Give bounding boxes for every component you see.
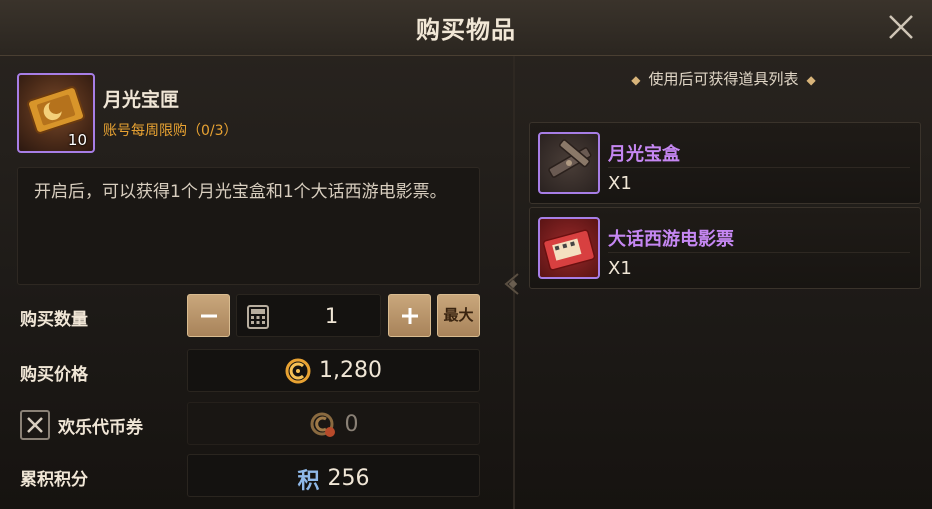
points-value: 256	[327, 466, 370, 491]
reward-item-moonlight-box[interactable]: 月光宝盒 X1	[529, 122, 921, 204]
title-bar: 购买物品	[0, 0, 932, 56]
reward-list-header: ◆ 使用后可获得道具列表 ◆	[515, 68, 932, 89]
close-icon	[889, 15, 913, 39]
diamond-icon: ◆	[806, 73, 816, 87]
reward-divider	[608, 167, 910, 168]
item-name: 月光宝匣	[103, 89, 180, 111]
reward-name: 大话西游电影票	[608, 229, 734, 250]
close-button[interactable]	[886, 12, 916, 42]
movie-ticket-icon	[538, 217, 600, 279]
coupon-checkbox[interactable]	[20, 410, 50, 440]
max-button[interactable]: 最大	[437, 294, 480, 337]
points-box: 积 256	[187, 454, 480, 497]
purchase-dialog: 购买物品 10 月光宝匣 账号每周限购（0/3） 开启后，可以获得1个月光宝盒和…	[0, 0, 932, 509]
item-stack-count: 10	[67, 131, 87, 149]
movie-ticket-art	[542, 229, 596, 271]
points-label: 累积积分	[20, 470, 88, 490]
diamond-icon: ◆	[631, 73, 641, 87]
price-value: 1,280	[319, 358, 382, 383]
item-description: 开启后，可以获得1个月光宝盒和1个大话西游电影票。	[34, 182, 447, 202]
minus-icon	[201, 314, 217, 318]
price-label: 购买价格	[20, 365, 88, 385]
quantity-label: 购买数量	[20, 310, 88, 330]
gold-coin-icon	[285, 358, 311, 384]
price-box: 1,280	[187, 349, 480, 392]
dialog-title: 购买物品	[416, 16, 516, 44]
quantity-value: 1	[324, 304, 339, 328]
increase-button[interactable]	[388, 294, 431, 337]
decrease-button[interactable]	[187, 294, 230, 337]
plus-icon	[402, 308, 418, 324]
quantity-field[interactable]: 1	[236, 294, 381, 337]
moonlight-box-art	[548, 139, 592, 178]
item-icon-moonlight-casket: 10	[17, 73, 95, 153]
reward-name: 月光宝盒	[608, 144, 680, 165]
calculator-icon[interactable]	[247, 305, 269, 329]
reward-qty: X1	[608, 258, 632, 279]
reward-qty: X1	[608, 173, 632, 194]
coupon-value: 0	[344, 412, 359, 437]
purchase-limit: 账号每周限购（0/3）	[103, 123, 238, 139]
x-mark-icon	[27, 417, 43, 433]
reward-divider	[608, 252, 910, 253]
divider-arrow-icon	[504, 273, 519, 295]
description-box: 开启后，可以获得1个月光宝盒和1个大话西游电影票。	[17, 167, 480, 285]
reward-list-title: 使用后可获得道具列表	[648, 70, 799, 88]
moonlight-box-icon	[538, 132, 600, 194]
coupon-box: 0	[187, 402, 480, 445]
reward-item-movie-ticket[interactable]: 大话西游电影票 X1	[529, 207, 921, 289]
coupon-coin-icon	[310, 412, 335, 437]
points-icon: 积	[297, 469, 320, 494]
coupon-label: 欢乐代币券	[58, 418, 143, 438]
